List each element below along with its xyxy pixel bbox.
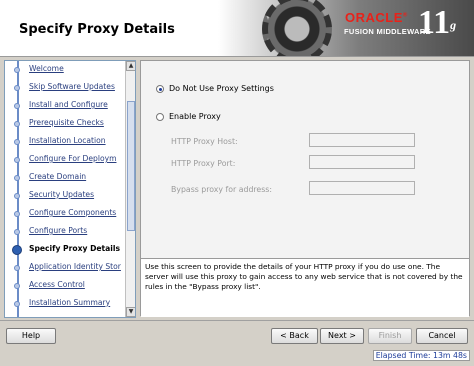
nav-item-label: Skip Software Updates — [29, 82, 115, 91]
step-dot-icon — [14, 265, 20, 271]
nav-item-label: Installation Location — [29, 136, 106, 145]
nav-item-label: Access Control — [29, 280, 85, 289]
nav-item[interactable]: Installation Location — [5, 135, 123, 151]
version-logo: 11g — [418, 4, 457, 41]
nav-item-label: Specify Proxy Details — [29, 244, 121, 253]
nav-item[interactable]: Configure For Deploym — [5, 153, 123, 169]
proxy-host-input[interactable] — [309, 133, 415, 147]
proxy-host-label: HTTP Proxy Host: — [171, 137, 238, 146]
nav-item[interactable]: Configure Components — [5, 207, 123, 223]
cancel-button[interactable]: Cancel — [416, 328, 468, 344]
page-title: Specify Proxy Details — [19, 22, 175, 37]
nav-item-label: Welcome — [29, 64, 64, 73]
step-dot-icon — [14, 139, 20, 145]
nav-item[interactable]: Installation Summary — [5, 297, 123, 313]
nav-item[interactable]: Install and Configure — [5, 99, 123, 115]
step-dot-icon — [14, 121, 20, 127]
nav-item[interactable]: Specify Proxy Details — [5, 243, 123, 259]
step-dot-icon — [14, 301, 20, 307]
scroll-up-icon[interactable]: ▲ — [126, 61, 135, 71]
help-button[interactable]: Help — [6, 328, 56, 344]
nav-item[interactable]: Application Identity Stor — [5, 261, 123, 277]
step-dot-icon — [14, 85, 20, 91]
enable-proxy-radio[interactable] — [156, 113, 164, 121]
nav-item[interactable]: Prerequisite Checks — [5, 117, 123, 133]
bypass-input[interactable] — [309, 181, 415, 195]
scroll-down-icon[interactable]: ▼ — [126, 307, 135, 317]
nav-item[interactable]: Security Updates — [5, 189, 123, 205]
step-dot-icon — [14, 175, 20, 181]
step-dot-icon — [14, 157, 20, 163]
no-proxy-radio[interactable] — [156, 85, 164, 93]
button-bar-divider — [0, 320, 474, 321]
step-dot-icon — [14, 211, 20, 217]
nav-item[interactable]: Welcome — [5, 63, 123, 79]
nav-item-label: Installation Summary — [29, 298, 111, 307]
finish-button[interactable]: Finish — [368, 328, 412, 344]
nav-item-label: Configure Components — [29, 208, 117, 217]
bypass-label: Bypass proxy for address: — [171, 185, 272, 194]
nav-item-label: Application Identity Stor — [29, 262, 121, 271]
enable-proxy-label[interactable]: Enable Proxy — [169, 112, 221, 121]
header-divider — [0, 56, 474, 57]
nav-item-label: Create Domain — [29, 172, 87, 181]
step-dot-icon — [14, 193, 20, 199]
current-step-icon — [12, 245, 22, 255]
nav-item[interactable]: Configure Ports — [5, 225, 123, 241]
step-navigation: Welcome Skip Software Updates Install and … — [4, 60, 136, 318]
step-dot-icon — [14, 283, 20, 289]
help-pane: Use this screen to provide the details o… — [141, 258, 469, 317]
gear-graphic-icon — [262, 0, 332, 56]
back-button[interactable]: < Back — [271, 328, 318, 344]
nav-item[interactable]: Access Control — [5, 279, 123, 295]
next-button[interactable]: Next > — [320, 328, 364, 344]
step-dot-icon — [14, 67, 20, 73]
content-panel: Do Not Use Proxy Settings Enable Proxy H… — [140, 60, 470, 317]
nav-item[interactable]: Create Domain — [5, 171, 123, 187]
header-banner: Specify Proxy Details ORACLE® FUSION MID… — [0, 0, 474, 56]
proxy-port-input[interactable] — [309, 155, 415, 169]
help-text: Use this screen to provide the details o… — [145, 262, 463, 291]
scroll-thumb[interactable] — [127, 101, 135, 231]
nav-item[interactable]: Skip Software Updates — [5, 81, 123, 97]
step-dot-icon — [14, 103, 20, 109]
proxy-port-label: HTTP Proxy Port: — [171, 159, 236, 168]
nav-item-label: Install and Configure — [29, 100, 108, 109]
nav-item-label: Security Updates — [29, 190, 95, 199]
nav-item-label: Configure Ports — [29, 226, 88, 235]
nav-scrollbar[interactable]: ▲ ▼ — [125, 61, 135, 317]
nav-item-label: Prerequisite Checks — [29, 118, 104, 127]
oracle-logo: ORACLE® — [345, 10, 408, 25]
no-proxy-label[interactable]: Do Not Use Proxy Settings — [169, 84, 274, 93]
elapsed-time: Elapsed Time: 13m 48s — [372, 350, 470, 361]
step-dot-icon — [14, 229, 20, 235]
nav-item-label: Configure For Deploym — [29, 154, 117, 163]
